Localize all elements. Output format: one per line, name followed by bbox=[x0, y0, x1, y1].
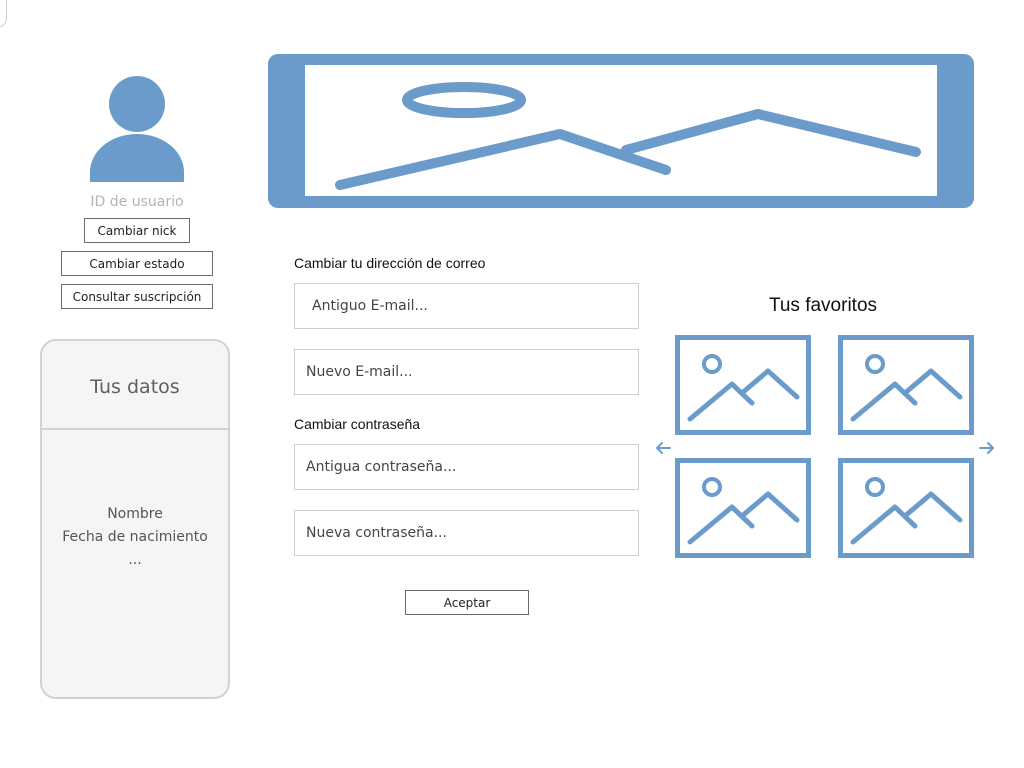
favorite-image-icon[interactable] bbox=[838, 458, 974, 558]
accept-button[interactable]: Aceptar bbox=[405, 590, 529, 615]
banner-image-icon bbox=[268, 54, 974, 208]
favorites-title: Tus favoritos bbox=[768, 295, 878, 316]
old-password-input[interactable] bbox=[294, 444, 639, 490]
favorite-image-icon[interactable] bbox=[838, 335, 974, 435]
change-password-label: Cambiar contraseña bbox=[294, 416, 421, 432]
data-card-birthdate: Fecha de nacimiento bbox=[62, 529, 208, 545]
change-status-button[interactable]: Cambiar estado bbox=[61, 251, 213, 276]
arrow-left-icon[interactable] bbox=[654, 441, 672, 455]
favorite-image-icon[interactable] bbox=[675, 458, 811, 558]
user-avatar-icon bbox=[90, 76, 184, 182]
data-card-name: Nombre bbox=[107, 506, 163, 522]
old-email-input[interactable] bbox=[294, 283, 639, 329]
view-subscription-button[interactable]: Consultar suscripción bbox=[61, 284, 213, 309]
change-nick-button[interactable]: Cambiar nick bbox=[84, 218, 190, 243]
user-data-card: Tus datos Nombre Fecha de nacimiento ... bbox=[40, 339, 230, 699]
favorite-image-icon[interactable] bbox=[675, 335, 811, 435]
data-card-content: Nombre Fecha de nacimiento ... bbox=[62, 503, 208, 572]
new-email-input[interactable] bbox=[294, 349, 639, 395]
data-card-title: Tus datos bbox=[42, 341, 228, 430]
corner-decoration bbox=[0, 0, 7, 28]
user-id-label: ID de usuario bbox=[90, 194, 184, 210]
data-card-more: ... bbox=[128, 552, 142, 568]
change-email-label: Cambiar tu dirección de correo bbox=[294, 255, 486, 271]
new-password-input[interactable] bbox=[294, 510, 639, 556]
arrow-right-icon[interactable] bbox=[978, 441, 996, 455]
